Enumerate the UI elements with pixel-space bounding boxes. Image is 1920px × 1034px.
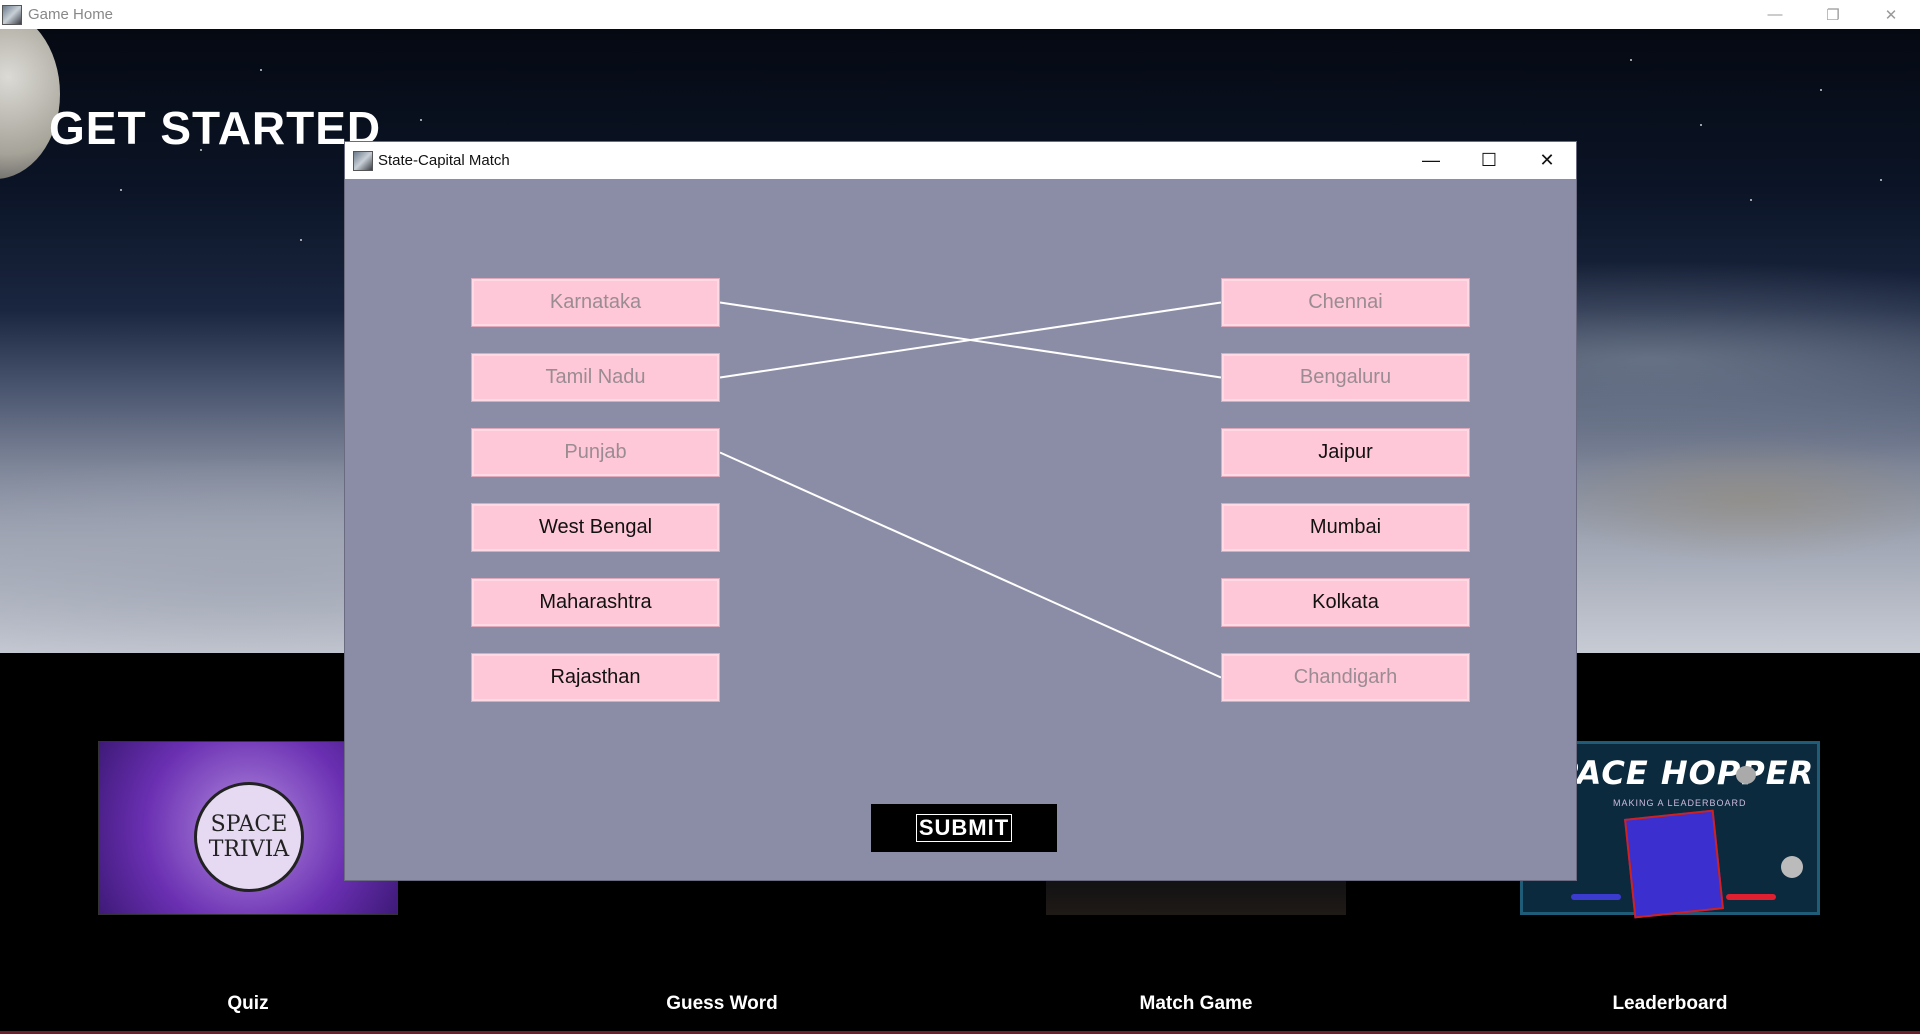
close-icon[interactable]: ✕	[1518, 142, 1576, 179]
asteroid-icon	[1781, 856, 1803, 878]
asteroid-icon	[1736, 766, 1756, 784]
capital-button-mumbai[interactable]: Mumbai	[1221, 503, 1470, 552]
maximize-icon[interactable]: ☐	[1460, 142, 1518, 179]
state-capital-dialog: State-Capital Match — ☐ ✕ SUBMIT Karnata…	[344, 141, 1577, 881]
minimize-icon[interactable]: —	[1746, 0, 1804, 29]
dialog-app-icon	[353, 150, 373, 171]
paddle-blue	[1571, 894, 1621, 900]
connection-line	[719, 451, 1222, 679]
dialog-controls: — ☐ ✕	[1402, 142, 1576, 179]
trivia-word-2: TRIVIA	[208, 837, 290, 862]
space-trivia-logo: SPACE TRIVIA	[194, 782, 304, 892]
capital-button-chennai[interactable]: Chennai	[1221, 278, 1470, 327]
leaderboard-graphic	[1624, 809, 1724, 919]
capital-button-jaipur[interactable]: Jaipur	[1221, 428, 1470, 477]
guess-word-label[interactable]: Guess Word	[572, 993, 872, 1015]
trivia-word-1: SPACE	[210, 811, 288, 837]
state-button-rajasthan[interactable]: Rajasthan	[471, 653, 720, 702]
capital-button-bengaluru[interactable]: Bengaluru	[1221, 353, 1470, 402]
dialog-title: State-Capital Match	[378, 152, 510, 169]
quiz-label[interactable]: Quiz	[98, 993, 398, 1015]
state-button-tamil-nadu[interactable]: Tamil Nadu	[471, 353, 720, 402]
restore-icon[interactable]: ❐	[1804, 0, 1862, 29]
app-icon	[2, 4, 22, 25]
capital-button-kolkata[interactable]: Kolkata	[1221, 578, 1470, 627]
minimize-icon[interactable]: —	[1402, 142, 1460, 179]
main-titlebar: Game Home — ❐ ✕	[0, 0, 1920, 29]
space-hopper-subtitle: MAKING A LEADERBOARD	[1613, 798, 1747, 808]
submit-button[interactable]: SUBMIT	[871, 804, 1057, 852]
dialog-titlebar: State-Capital Match — ☐ ✕	[345, 142, 1576, 179]
submit-label: SUBMIT	[915, 814, 1013, 842]
state-button-west-bengal[interactable]: West Bengal	[471, 503, 720, 552]
state-button-punjab[interactable]: Punjab	[471, 428, 720, 477]
main-window-title: Game Home	[28, 6, 114, 23]
main-window-controls: — ❐ ✕	[1746, 0, 1920, 29]
match-game-label[interactable]: Match Game	[1046, 993, 1346, 1015]
state-button-maharashtra[interactable]: Maharashtra	[471, 578, 720, 627]
get-started-heading: GET STARTED	[49, 102, 382, 154]
capital-button-chandigarh[interactable]: Chandigarh	[1221, 653, 1470, 702]
connection-line	[719, 301, 1222, 379]
close-icon[interactable]: ✕	[1862, 0, 1920, 29]
leaderboard-label[interactable]: Leaderboard	[1520, 993, 1820, 1015]
state-button-karnataka[interactable]: Karnataka	[471, 278, 720, 327]
paddle-red	[1726, 894, 1776, 900]
connection-line	[719, 301, 1222, 379]
